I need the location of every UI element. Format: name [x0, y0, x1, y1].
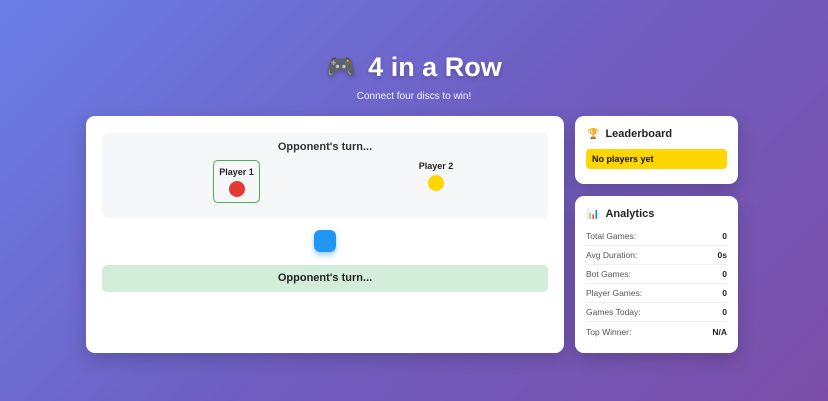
stat-label: Avg Duration: — [586, 250, 638, 260]
stat-label: Total Games: — [586, 231, 637, 241]
status-panel: Opponent's turn... Player 1 Player 2 — [102, 133, 548, 218]
stat-value: 0 — [722, 288, 727, 298]
page-title: 🎮 4 in a Row — [326, 52, 501, 83]
stat-label: Top Winner: — [586, 326, 632, 337]
leaderboard-title: 🏆 Leaderboard — [587, 128, 672, 140]
analytics-title-text: Analytics — [605, 208, 655, 220]
drop-disc-button[interactable] — [314, 230, 336, 252]
page-header: 🎮 4 in a Row Connect four discs to win! — [0, 52, 828, 102]
player-2-card: Player 2 — [412, 159, 460, 199]
game-card: Opponent's turn... Player 1 Player 2 Opp… — [86, 116, 564, 353]
stat-row-avg-duration: Avg Duration: 0s — [586, 246, 727, 265]
stat-row-total-games: Total Games: 0 — [586, 227, 727, 246]
stat-label: Games Today: — [586, 307, 641, 317]
stat-value: 0 — [722, 307, 727, 317]
page-title-text: 4 in a Row — [368, 52, 502, 82]
game-message: Opponent's turn... — [102, 265, 548, 292]
stat-value: 0 — [722, 231, 727, 241]
player-1-name: Player 1 — [219, 167, 254, 177]
stat-row-games-today: Games Today: 0 — [586, 303, 727, 322]
stat-value: 0 — [722, 269, 727, 279]
stat-row-player-games: Player Games: 0 — [586, 284, 727, 303]
stat-value: 0s — [717, 250, 727, 260]
leaderboard-card: 🏆 Leaderboard No players yet — [575, 116, 738, 184]
bar-chart-icon: 📊 — [587, 208, 600, 220]
stat-value: N/A — [712, 326, 727, 337]
page-subtitle: Connect four discs to win! — [356, 91, 472, 102]
stat-label: Bot Games: — [586, 269, 631, 279]
player-2-disc-icon — [428, 175, 444, 191]
trophy-icon: 🏆 — [587, 128, 600, 140]
player-1-card: Player 1 — [213, 160, 260, 203]
gamepad-icon: 🎮 — [326, 53, 357, 81]
turn-status: Opponent's turn... — [277, 141, 373, 153]
stat-row-bot-games: Bot Games: 0 — [586, 265, 727, 284]
leaderboard-title-text: Leaderboard — [605, 128, 673, 140]
player-1-disc-icon — [228, 181, 245, 197]
leaderboard-empty-badge: No players yet — [586, 149, 727, 169]
stat-label: Player Games: — [586, 288, 643, 298]
stat-row-top-winner: Top Winner: N/A — [586, 322, 727, 341]
player-2-name: Player 2 — [418, 161, 454, 171]
analytics-stats: Total Games: 0 Avg Duration: 0s Bot Game… — [586, 227, 727, 341]
analytics-card: 📊 Analytics Total Games: 0 Avg Duration:… — [575, 196, 738, 353]
analytics-title: 📊 Analytics — [587, 208, 654, 220]
